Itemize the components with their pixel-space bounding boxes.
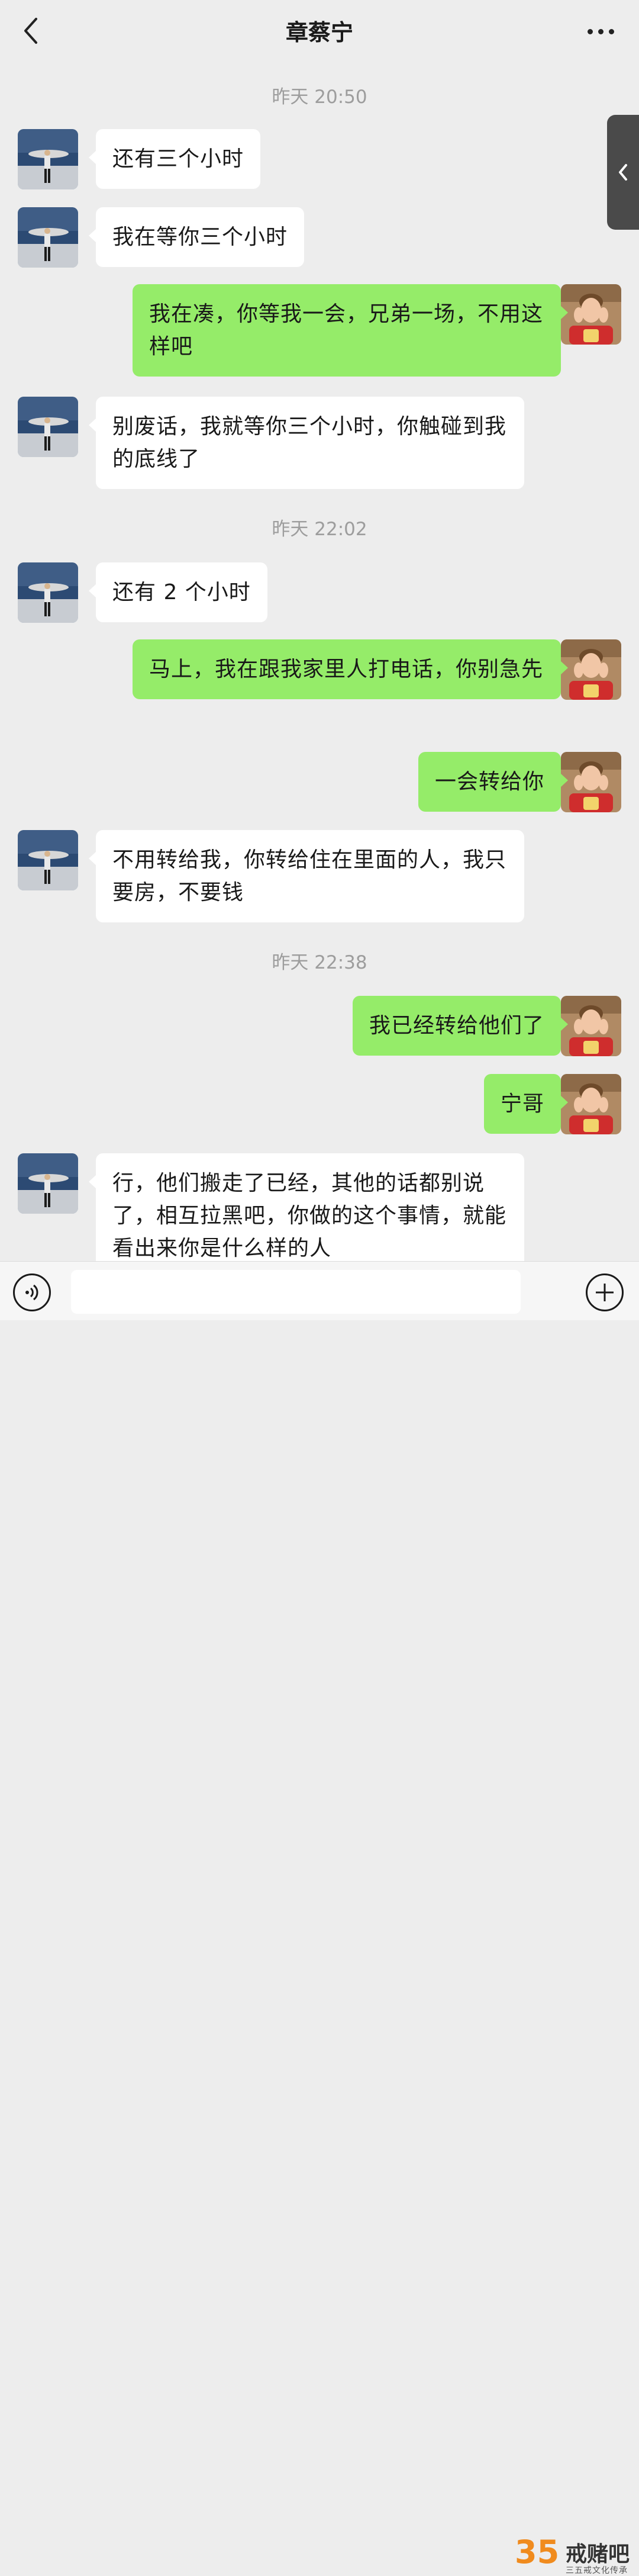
voice-icon bbox=[25, 1284, 38, 1301]
message-bubble[interactable]: 还有 2 个小时 bbox=[89, 562, 267, 622]
watermark-logo: 35 戒赌吧 三五戒文化传承 bbox=[515, 2533, 636, 2575]
message-bubble[interactable]: 不用转给我，你转给住在里面的人，我只要房，不要钱 bbox=[89, 830, 524, 922]
message-bubble[interactable]: 一会转给你 bbox=[418, 752, 569, 812]
more-dots-icon bbox=[587, 28, 593, 34]
voice-button[interactable] bbox=[13, 1273, 51, 1311]
watermark-number: 35 bbox=[515, 2533, 560, 2571]
contact-avatar[interactable] bbox=[18, 830, 78, 890]
message-bubble[interactable]: 还有三个小时 bbox=[88, 129, 261, 189]
side-expand-tab[interactable] bbox=[607, 115, 639, 230]
self-avatar[interactable] bbox=[561, 284, 621, 345]
message-input[interactable] bbox=[71, 1270, 521, 1314]
timestamp: 昨天 22:02 bbox=[272, 519, 367, 540]
chat-header: 章蔡宁 bbox=[0, 0, 639, 62]
self-avatar[interactable] bbox=[561, 996, 621, 1056]
message-bubble[interactable]: 别废话，我就等你三个小时，你触碰到我的底线了 bbox=[89, 397, 524, 489]
message-list[interactable]: 昨天 20:50 还有三个小时 我在等你三个小时 我在凑，你等我一会，兄弟一场，… bbox=[0, 62, 639, 1261]
message-bubble[interactable]: 我已经转给他们了 bbox=[352, 996, 569, 1056]
chevron-left-icon bbox=[619, 164, 627, 181]
input-bar: 35 戒赌吧 三五戒文化传承 bbox=[0, 1261, 639, 2575]
self-avatar[interactable] bbox=[561, 639, 621, 700]
more-options-button[interactable] bbox=[580, 17, 621, 46]
contact-avatar[interactable] bbox=[18, 397, 78, 457]
watermark-subtitle: 三五戒文化传承 bbox=[566, 2566, 628, 2575]
chat-title: 章蔡宁 bbox=[285, 20, 353, 46]
self-avatar[interactable] bbox=[561, 1074, 621, 1134]
contact-avatar[interactable] bbox=[18, 562, 78, 623]
contact-avatar[interactable] bbox=[18, 129, 78, 189]
self-avatar[interactable] bbox=[561, 752, 621, 812]
contact-avatar[interactable] bbox=[18, 1153, 78, 1214]
plus-icon[interactable] bbox=[586, 1273, 624, 1311]
contact-avatar[interactable] bbox=[18, 207, 78, 268]
message-bubble[interactable]: 行，他们搬走了已经，其他的话都别说了，相互拉黑吧，你做的这个事情，就能看出来你是… bbox=[89, 1153, 524, 1261]
timestamp: 昨天 22:38 bbox=[272, 952, 367, 973]
timestamp: 昨天 20:50 bbox=[272, 86, 367, 108]
message-bubble[interactable]: 宁哥 bbox=[483, 1074, 569, 1134]
message-bubble[interactable]: 马上，我在跟我家里人打电话，你别急先 bbox=[133, 639, 568, 699]
watermark-title: 戒赌吧 bbox=[566, 2542, 630, 2567]
message-bubble[interactable]: 我在凑，你等我一会，兄弟一场，不用这样吧 bbox=[133, 284, 568, 377]
message-bubble[interactable]: 我在等你三个小时 bbox=[88, 207, 305, 267]
